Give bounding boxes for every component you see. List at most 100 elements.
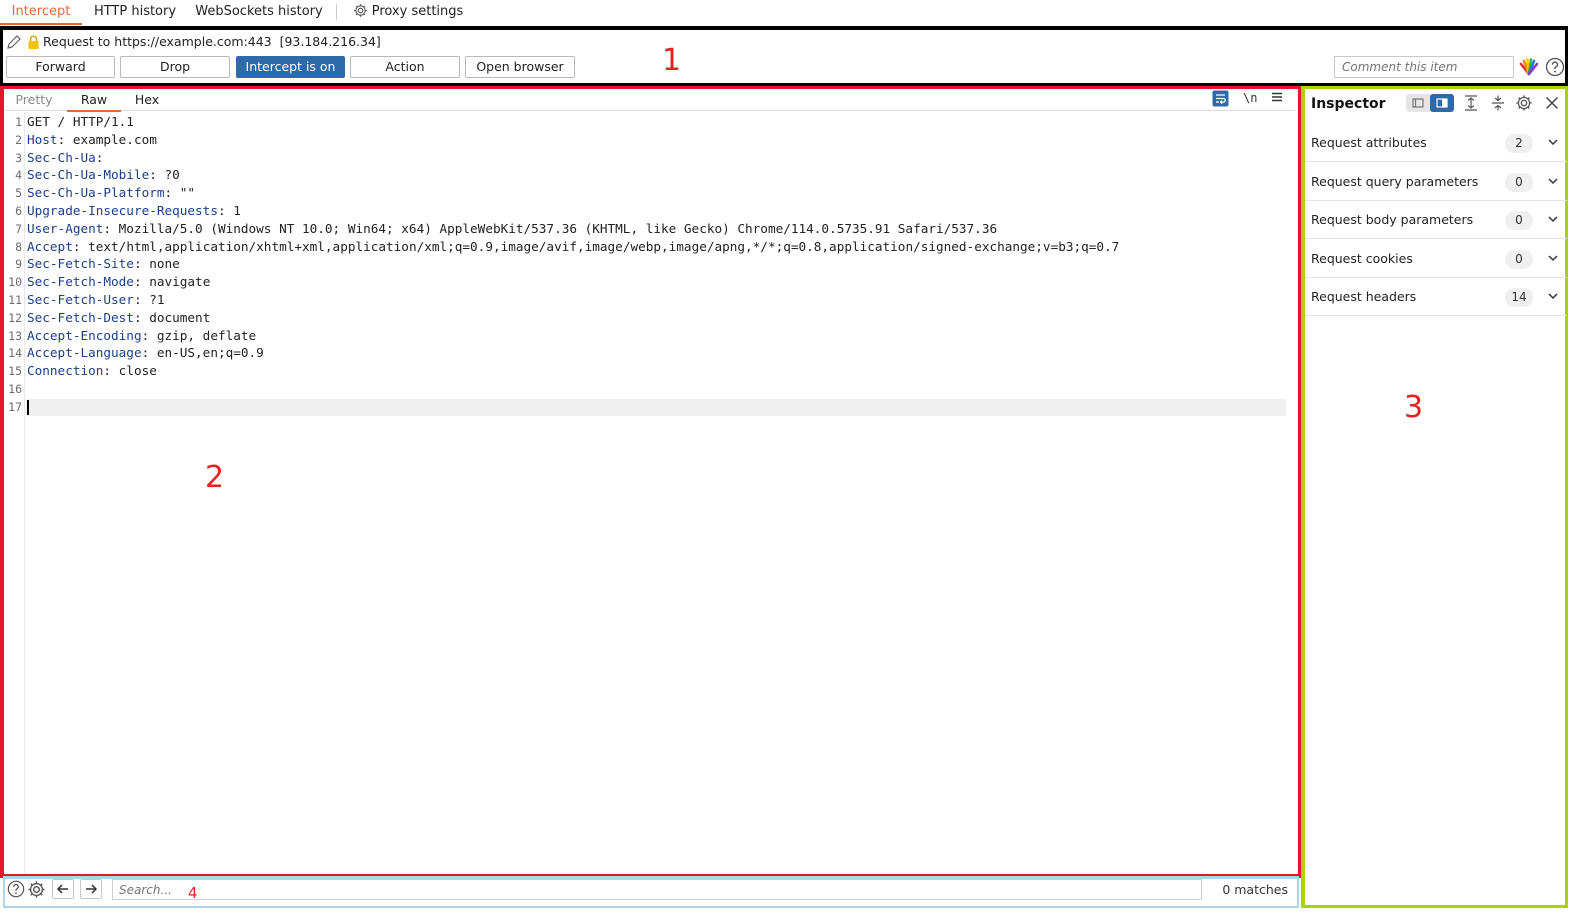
chevron-down-icon bbox=[1548, 293, 1558, 300]
header-value: : none bbox=[133, 256, 180, 272]
highlight-color-picker[interactable] bbox=[1519, 58, 1539, 80]
code-line: Sec-Fetch-Site: none bbox=[27, 256, 180, 271]
intercept-toggle-button[interactable]: Intercept is on bbox=[236, 56, 345, 78]
chevron-down-icon bbox=[1548, 178, 1558, 184]
expand-all-button[interactable] bbox=[1462, 94, 1480, 116]
gear-icon bbox=[1516, 95, 1532, 111]
annotation-label-3: 3 bbox=[1404, 390, 1424, 425]
chevron-down-icon bbox=[1548, 139, 1558, 146]
code-line: Connection: close bbox=[27, 363, 157, 378]
inspector-row[interactable]: Request headers 14 bbox=[1305, 278, 1567, 317]
arrow-right-icon bbox=[86, 884, 98, 894]
header-name: Upgrade-Insecure-Requests bbox=[27, 203, 218, 218]
tab-divider bbox=[336, 4, 337, 20]
header-value: : bbox=[95, 149, 104, 165]
header-value: : example.com bbox=[57, 131, 157, 147]
tab-http-history[interactable]: HTTP history bbox=[88, 0, 182, 23]
layout-split-icon bbox=[1436, 98, 1448, 108]
code-line: Host: example.com bbox=[27, 132, 157, 147]
line-number: 4 bbox=[15, 168, 22, 183]
inspector-close-button[interactable] bbox=[1543, 94, 1561, 116]
header-name: Accept bbox=[27, 238, 73, 254]
expand-all-icon bbox=[1465, 95, 1477, 111]
inspector-settings-button[interactable] bbox=[1515, 94, 1533, 116]
header-value: GET / HTTP/1.1 bbox=[27, 114, 134, 129]
line-number: 14 bbox=[8, 346, 22, 361]
tab-raw[interactable]: Raw bbox=[67, 89, 121, 112]
help-button[interactable] bbox=[1545, 57, 1565, 81]
proxy-tab-bar: Intercept HTTP history WebSockets histor… bbox=[0, 0, 1585, 25]
line-number: 12 bbox=[8, 310, 22, 325]
header-name: Sec-Fetch-Site bbox=[27, 256, 134, 272]
inspector-row[interactable]: Request query parameters 0 bbox=[1305, 163, 1567, 201]
help-icon bbox=[1545, 57, 1565, 77]
tab-proxy-settings[interactable]: Proxy settings bbox=[352, 0, 464, 23]
search-input[interactable] bbox=[112, 879, 1202, 900]
code-line: Sec-Ch-Ua-Mobile: ?0 bbox=[27, 167, 180, 182]
header-value: : en-US,en;q=0.9 bbox=[141, 345, 264, 361]
header-name: User-Agent bbox=[27, 220, 104, 236]
inspector-row-label: Request body parameters bbox=[1311, 212, 1474, 228]
next-match-button[interactable] bbox=[80, 879, 102, 899]
inspector-row-label: Request headers bbox=[1311, 289, 1417, 305]
previous-match-button[interactable] bbox=[52, 879, 74, 899]
tab-intercept[interactable]: Intercept bbox=[0, 0, 82, 25]
comment-field[interactable] bbox=[1334, 56, 1514, 78]
search-settings-button[interactable] bbox=[27, 880, 46, 903]
request-url: Request to https://example.com:443 bbox=[43, 34, 272, 49]
header-value: : gzip, deflate bbox=[141, 327, 257, 343]
open-browser-button[interactable]: Open browser bbox=[465, 56, 575, 78]
help-icon bbox=[7, 880, 25, 898]
line-number: 6 bbox=[15, 204, 22, 218]
line-number: 9 bbox=[15, 257, 22, 272]
code-line: Upgrade-Insecure-Requests: 1 bbox=[27, 203, 241, 218]
drop-button[interactable]: Drop bbox=[120, 56, 230, 78]
word-wrap-button[interactable] bbox=[1212, 90, 1229, 111]
collapse-all-button[interactable] bbox=[1489, 94, 1507, 116]
code-line: Accept-Encoding: gzip, deflate bbox=[27, 328, 256, 343]
code-line: Sec-Ch-Ua: bbox=[27, 150, 103, 165]
editor-menu-button[interactable] bbox=[1271, 91, 1283, 107]
line-number: 17 bbox=[8, 399, 22, 414]
code-line: Sec-Fetch-Dest: document bbox=[27, 310, 210, 325]
text-caret bbox=[27, 400, 29, 415]
arrow-left-icon bbox=[56, 884, 68, 894]
lock-icon bbox=[28, 35, 39, 49]
close-icon bbox=[1545, 96, 1559, 110]
inspector-row-count: 0 bbox=[1505, 172, 1533, 192]
annotation-label-2: 2 bbox=[205, 460, 225, 495]
tab-hex[interactable]: Hex bbox=[127, 89, 167, 110]
code-line: User-Agent: Mozilla/5.0 (Windows NT 10.0… bbox=[27, 221, 997, 236]
chevron-down-icon bbox=[1548, 216, 1558, 223]
current-line-highlight bbox=[26, 399, 1286, 416]
line-number: 13 bbox=[8, 328, 22, 343]
header-value: : close bbox=[103, 363, 157, 379]
inspector-row-count: 14 bbox=[1505, 288, 1533, 308]
request-info: Request to https://example.com:443 [93.1… bbox=[5, 32, 381, 52]
layout-split-active[interactable] bbox=[1430, 94, 1454, 112]
header-name: Sec-Fetch-User bbox=[27, 292, 134, 307]
collapse-all-icon bbox=[1492, 95, 1504, 111]
search-help-button[interactable] bbox=[7, 880, 25, 902]
forward-button[interactable]: Forward bbox=[6, 56, 115, 78]
inspector-row[interactable]: Request body parameters 0 bbox=[1305, 201, 1567, 240]
inspector-row[interactable]: Request cookies 0 bbox=[1305, 240, 1567, 278]
header-name: Host bbox=[27, 131, 58, 147]
header-name: Accept-Language bbox=[27, 345, 142, 361]
tab-pretty[interactable]: Pretty bbox=[9, 89, 59, 110]
gear-icon bbox=[353, 4, 367, 17]
code-line: Accept-Language: en-US,en;q=0.9 bbox=[27, 345, 264, 360]
annotation-label-1: 1 bbox=[662, 43, 682, 78]
header-value: : navigate bbox=[133, 274, 211, 290]
header-name: Connection bbox=[27, 363, 104, 379]
pencil-icon[interactable] bbox=[5, 34, 23, 51]
tab-websockets-history[interactable]: WebSockets history bbox=[192, 0, 326, 23]
action-button[interactable]: Action bbox=[350, 56, 460, 78]
search-match-count: 0 matches bbox=[1222, 882, 1288, 897]
show-newlines-button[interactable]: \n bbox=[1243, 89, 1257, 107]
proxy-settings-label: Proxy settings bbox=[371, 4, 464, 19]
inspector-row[interactable]: Request attributes 2 bbox=[1305, 124, 1567, 162]
inspector-layout-toggle[interactable] bbox=[1406, 94, 1454, 112]
line-number: 2 bbox=[15, 132, 22, 147]
header-value: : text/html,application/xhtml+xml,applic… bbox=[72, 238, 1120, 254]
